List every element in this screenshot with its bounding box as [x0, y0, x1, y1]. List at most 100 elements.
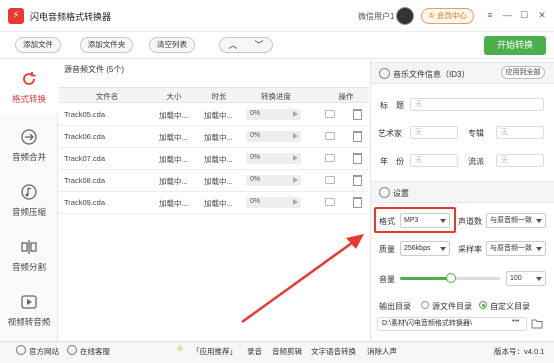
music-info-icon — [379, 68, 390, 79]
col-size: 大小 — [166, 92, 182, 101]
volume-select[interactable]: 100 — [506, 271, 546, 286]
file-size: 加载中... — [159, 199, 188, 208]
sidebar-item-merge[interactable]: 音频合并 — [0, 118, 58, 172]
sidebar-item-label: 音频分割 — [11, 262, 46, 272]
progress-text: 0% — [250, 110, 261, 117]
genre-input[interactable]: 无 — [496, 154, 544, 167]
chevron-down-icon — [536, 219, 542, 223]
genre-label: 流派 — [468, 157, 484, 166]
sidebar-item-split[interactable]: 音频分割 — [0, 228, 58, 282]
play-icon[interactable] — [293, 155, 298, 161]
progress-bar: 0% — [246, 197, 301, 208]
headset-icon — [67, 345, 77, 355]
trash-icon[interactable] — [353, 197, 362, 208]
col-filename: 文件名 — [95, 92, 119, 101]
add-file-button[interactable]: 添加文件 — [15, 37, 61, 53]
move-up-button[interactable]: ︿ — [220, 38, 246, 52]
table-row[interactable]: Track05.cda 加载中... 加载中... 0% — [59, 104, 369, 126]
volume-label: 音量 — [379, 275, 395, 284]
sidebar-item-label: 视频转音频 — [7, 317, 51, 327]
folder-icon[interactable] — [325, 132, 335, 140]
folder-icon[interactable] — [531, 318, 543, 329]
trash-icon[interactable] — [353, 131, 362, 142]
table-row[interactable]: Track06.cda 加载中... 加载中... 0% — [59, 126, 369, 148]
format-select[interactable]: MP3 — [400, 213, 450, 228]
source-dir-label: 源文件目录 — [432, 302, 472, 311]
sidebar-item-video-to-audio[interactable]: 视频转音频 — [0, 283, 58, 337]
sample-rate-select[interactable]: 与原音频一致 — [486, 241, 546, 256]
chevron-down-icon — [536, 247, 542, 251]
year-input[interactable]: 无 — [410, 154, 458, 167]
chevron-down-icon — [536, 277, 542, 281]
minimize-icon[interactable]: — — [500, 8, 514, 22]
format-value: MP3 — [404, 217, 419, 224]
link-remove-vocals[interactable]: 消除人声 — [367, 346, 397, 357]
folder-icon[interactable] — [325, 176, 335, 184]
file-duration: 加载中... — [204, 111, 233, 120]
play-icon[interactable] — [293, 199, 298, 205]
sidebar-item-format-convert[interactable]: 格式转换 — [0, 60, 58, 114]
user-name[interactable]: 微信用户1 — [358, 11, 394, 22]
format-label: 格式 — [379, 217, 395, 226]
maximize-icon[interactable]: ☐ — [517, 8, 531, 22]
trash-icon[interactable] — [353, 109, 362, 120]
menu-icon[interactable]: ≡ — [483, 8, 497, 22]
add-folder-button[interactable]: 添加文件夹 — [80, 37, 133, 53]
start-convert-button[interactable]: 开始转换 — [484, 36, 546, 55]
trash-icon[interactable] — [353, 153, 362, 164]
puzzle-icon: ✧ — [176, 344, 185, 355]
file-size: 加载中... — [159, 177, 188, 186]
progress-text: 0% — [250, 132, 261, 139]
file-size: 加载中... — [159, 155, 188, 164]
album-input[interactable]: 无 — [496, 126, 544, 139]
artist-input[interactable]: 无 — [410, 126, 458, 139]
file-duration: 加载中... — [204, 155, 233, 164]
sidebar-item-label: 音频合并 — [11, 152, 46, 162]
radio-source-dir[interactable] — [421, 301, 429, 309]
output-path-input[interactable]: D:\素材\闪电音频格式转换器\ — [377, 317, 527, 331]
quality-label: 质量 — [379, 245, 395, 254]
quality-select[interactable]: 256kbps — [400, 241, 450, 256]
play-icon[interactable] — [293, 133, 298, 139]
clear-list-button[interactable]: 清空列表 — [149, 37, 195, 53]
table-row[interactable]: Track08.cda 加载中... 加载中... 0% — [59, 170, 369, 192]
play-icon[interactable] — [293, 111, 298, 117]
move-down-button[interactable]: ﹀ — [246, 38, 272, 52]
close-icon[interactable]: ✕ — [535, 8, 549, 22]
link-text-to-speech[interactable]: 文字语音转换 — [311, 346, 356, 357]
channel-select[interactable]: 与原音频一致 — [486, 213, 546, 228]
file-name: Track05.cda — [64, 110, 105, 119]
folder-icon[interactable] — [325, 198, 335, 206]
apply-all-button[interactable]: 应用到全部 — [501, 66, 545, 79]
browse-button[interactable]: ••• — [512, 318, 519, 325]
folder-icon[interactable] — [325, 110, 335, 118]
col-actions: 操作 — [338, 92, 354, 101]
link-record[interactable]: 录音 — [247, 346, 262, 357]
vip-center-button[interactable]: ♔ 会员中心 — [421, 8, 474, 24]
quality-value: 256kbps — [404, 245, 431, 252]
title-input[interactable]: 无 — [410, 98, 544, 111]
folder-icon[interactable] — [325, 154, 335, 162]
play-icon[interactable] — [293, 177, 298, 183]
title-label: 标 题 — [380, 101, 404, 110]
table-row[interactable]: Track09.cda 加载中... 加载中... 0% — [59, 192, 369, 214]
merge-icon — [21, 129, 37, 145]
table-row[interactable]: Track07.cda 加载中... 加载中... 0% — [59, 148, 369, 170]
app-title: 闪电音频格式转换器 — [30, 12, 112, 22]
sample-rate-value: 与原音频一致 — [490, 245, 532, 252]
progress-text: 0% — [250, 198, 261, 205]
sidebar-item-compress[interactable]: 音频压缩 — [0, 173, 58, 227]
trash-icon[interactable] — [353, 175, 362, 186]
chevron-down-icon — [440, 219, 446, 223]
link-audio-edit[interactable]: 音频剪辑 — [272, 346, 302, 357]
radio-custom-dir[interactable] — [479, 301, 487, 309]
file-list-title: 源音频文件 (5个) — [64, 65, 124, 74]
crown-icon: ♔ — [428, 11, 437, 20]
annotation-arrow — [241, 234, 364, 324]
avatar[interactable] — [396, 7, 414, 25]
progress-bar: 0% — [246, 131, 301, 142]
file-duration: 加载中... — [204, 199, 233, 208]
website-link[interactable]: 官方网站 — [29, 346, 59, 357]
support-link[interactable]: 在线客服 — [80, 346, 110, 357]
volume-slider-handle[interactable] — [446, 273, 456, 283]
